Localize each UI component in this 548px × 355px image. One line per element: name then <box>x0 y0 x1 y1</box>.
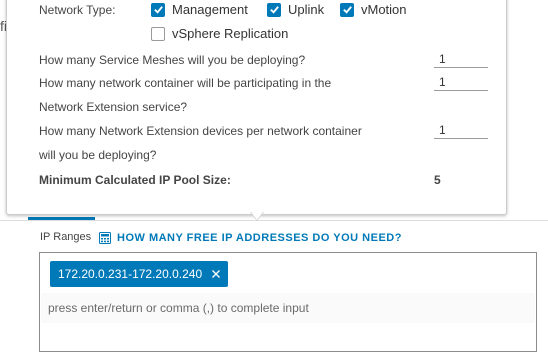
checkbox-label-vsphere-replication: vSphere Replication <box>172 26 289 41</box>
min-ip-pool-value: 5 <box>434 173 441 187</box>
calculator-icon[interactable] <box>99 232 111 244</box>
checkbox-management[interactable]: Management <box>151 2 248 17</box>
checkbox-checked-icon[interactable] <box>340 2 354 17</box>
checkbox-label-management: Management <box>172 2 248 17</box>
ip-ranges-label: IP Ranges <box>40 231 92 243</box>
ip-pool-calculator-popover: Network Type: Management Uplink vMotion … <box>6 0 507 215</box>
ip-range-chip: 172.20.0.231-172.20.0.240 <box>50 261 229 287</box>
free-ip-calculator-link[interactable]: HOW MANY FREE IP ADDRESSES DO YOU NEED? <box>117 232 402 244</box>
network-containers-input[interactable] <box>434 73 488 91</box>
tab-bar-divider <box>0 220 548 221</box>
question-service-meshes: How many Service Meshes will you be depl… <box>39 53 306 67</box>
question-containers-line1: How many network container will be parti… <box>39 76 332 90</box>
service-meshes-input[interactable] <box>434 50 488 68</box>
network-type-label: Network Type: <box>39 3 116 17</box>
checkbox-checked-icon[interactable] <box>151 2 165 17</box>
checkbox-unchecked-icon[interactable] <box>151 26 165 41</box>
extension-devices-input[interactable] <box>434 121 488 139</box>
checkbox-label-vmotion: vMotion <box>361 2 407 17</box>
active-tab-indicator <box>28 217 95 220</box>
checkbox-label-uplink: Uplink <box>288 2 325 17</box>
checkbox-checked-icon[interactable] <box>267 2 281 17</box>
checkbox-vsphere-replication[interactable]: vSphere Replication <box>151 26 288 41</box>
min-ip-pool-label: Minimum Calculated IP Pool Size: <box>39 173 231 187</box>
popover-pointer <box>251 212 263 220</box>
question-devices-line2: will you be deploying? <box>39 148 157 162</box>
close-icon[interactable] <box>210 268 222 280</box>
checkbox-uplink[interactable]: Uplink <box>267 2 324 17</box>
ip-range-chip-label: 172.20.0.231-172.20.0.240 <box>58 267 203 281</box>
ip-range-text-input[interactable] <box>41 293 535 323</box>
question-containers-line2: Network Extension service? <box>39 100 188 114</box>
question-devices-line1: How many Network Extension devices per n… <box>39 124 362 138</box>
ip-ranges-tag-input[interactable]: 172.20.0.231-172.20.0.240 <box>39 252 537 352</box>
checkbox-vmotion[interactable]: vMotion <box>340 2 407 17</box>
